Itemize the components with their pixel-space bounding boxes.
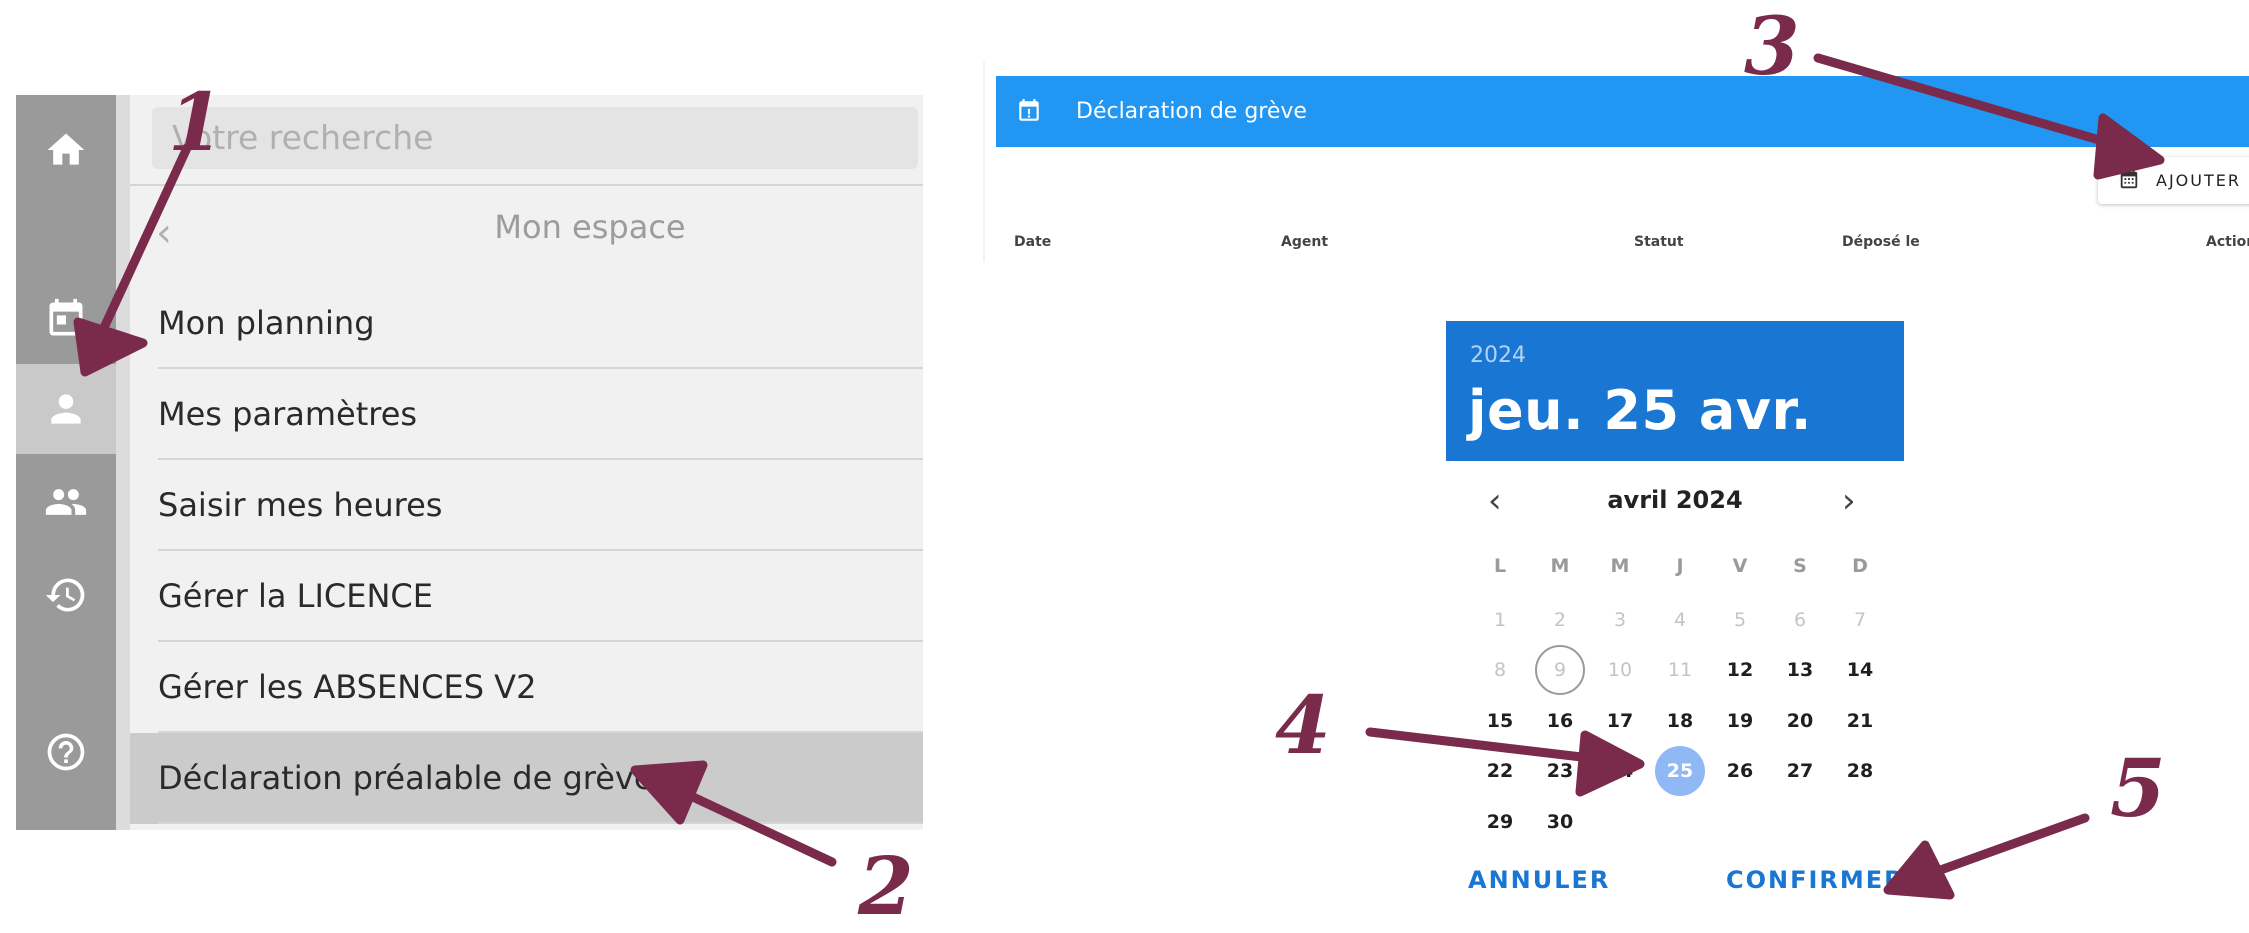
calendar-day[interactable]: 12 bbox=[1715, 645, 1765, 695]
weekday-header: M bbox=[1550, 555, 1570, 577]
menu-item-licence[interactable]: Gérer la LICENCE bbox=[130, 551, 923, 642]
confirm-button[interactable]: CONFIRMER bbox=[1726, 865, 1905, 895]
person-nav-button[interactable] bbox=[16, 364, 116, 454]
menu-item-label: Saisir mes heures bbox=[158, 486, 443, 524]
date-picker-dialog: 2024 jeu. 25 avr. ‹ avril 2024 › LMMJVSD… bbox=[1446, 321, 1904, 923]
weekday-header: S bbox=[1793, 555, 1807, 577]
weekday-header: M bbox=[1610, 555, 1630, 577]
column-header-depose-le[interactable]: Déposé le bbox=[1842, 232, 1920, 252]
calendar-day[interactable]: 24 bbox=[1595, 746, 1645, 796]
calendar-day[interactable]: 13 bbox=[1775, 645, 1825, 695]
calendar-day: 7 bbox=[1853, 609, 1867, 631]
calendar-day[interactable]: 15 bbox=[1475, 696, 1525, 746]
picker-year[interactable]: 2024 bbox=[1470, 343, 1526, 368]
add-button-label: AJOUTER bbox=[2156, 171, 2241, 190]
arrow-5 bbox=[1930, 813, 2090, 877]
home-icon bbox=[47, 133, 85, 165]
calendar-day: 8 bbox=[1493, 659, 1507, 681]
menu-item-saisir-heures[interactable]: Saisir mes heures bbox=[130, 460, 923, 551]
menu-item-label: Déclaration préalable de grève bbox=[158, 759, 654, 797]
navigation-panel: Votre recherche ‹ Mon espace Mon plannin… bbox=[16, 95, 923, 830]
calendar-day[interactable]: 27 bbox=[1775, 746, 1825, 796]
calendar-day: 4 bbox=[1673, 609, 1687, 631]
home-nav-button[interactable] bbox=[16, 105, 116, 195]
annotation-number-5: 5 bbox=[2110, 741, 2166, 835]
column-header-action[interactable]: Action bbox=[2206, 232, 2249, 252]
history-nav-button[interactable] bbox=[16, 550, 116, 640]
cancel-button[interactable]: ANNULER bbox=[1468, 865, 1610, 895]
calendar-day[interactable]: 29 bbox=[1475, 797, 1525, 847]
column-header-agent[interactable]: Agent bbox=[1281, 232, 1328, 252]
calendar-day: 1 bbox=[1493, 609, 1507, 631]
calendar-icon bbox=[49, 298, 83, 336]
calendar-day[interactable]: 20 bbox=[1775, 696, 1825, 746]
group-nav-button[interactable] bbox=[16, 457, 116, 547]
annotation-number-3: 3 bbox=[1744, 0, 1800, 93]
group-icon bbox=[45, 489, 87, 515]
add-button[interactable]: AJOUTER bbox=[2098, 157, 2249, 204]
next-month-icon[interactable]: › bbox=[1842, 483, 1856, 519]
weekday-header: L bbox=[1493, 555, 1507, 577]
section-title: Mon espace bbox=[494, 208, 686, 246]
page-edge bbox=[983, 62, 985, 262]
calendar-day: 10 bbox=[1607, 659, 1633, 681]
calendar-day[interactable]: 23 bbox=[1535, 746, 1585, 796]
calendar-day[interactable]: 16 bbox=[1535, 696, 1585, 746]
picker-selected-date: jeu. 25 avr. bbox=[1468, 379, 1812, 442]
calendar-day-selected[interactable]: 25 bbox=[1655, 746, 1705, 796]
history-icon bbox=[45, 578, 85, 612]
menu-item-label: Gérer les ABSENCES V2 bbox=[158, 668, 537, 706]
menu-item-mes-parametres[interactable]: Mes paramètres bbox=[130, 369, 923, 460]
calendar-day[interactable]: 21 bbox=[1835, 696, 1885, 746]
annotation-number-1: 1 bbox=[168, 75, 224, 169]
calendar-day: 2 bbox=[1553, 609, 1567, 631]
calendar-day: 9 bbox=[1535, 645, 1585, 695]
date-picker-header: 2024 jeu. 25 avr. bbox=[1446, 321, 1904, 461]
annotation-number-4: 4 bbox=[1275, 678, 1331, 772]
menu-item-mon-planning[interactable]: Mon planning bbox=[130, 278, 923, 369]
help-icon bbox=[47, 733, 85, 771]
calendar-day[interactable]: 18 bbox=[1655, 696, 1705, 746]
icon-rail bbox=[16, 95, 116, 830]
column-header-date[interactable]: Date bbox=[1014, 232, 1051, 252]
calendar-day[interactable]: 14 bbox=[1835, 645, 1885, 695]
calendar-day: 11 bbox=[1667, 659, 1693, 681]
menu-item-absences[interactable]: Gérer les ABSENCES V2 bbox=[130, 642, 923, 733]
divider bbox=[130, 184, 923, 186]
calendar-day: 6 bbox=[1793, 609, 1807, 631]
calendar-day: 5 bbox=[1733, 609, 1747, 631]
app-bar: Déclaration de grève bbox=[996, 76, 2249, 147]
weekday-header: D bbox=[1852, 555, 1868, 577]
calendar-day[interactable]: 30 bbox=[1535, 797, 1585, 847]
menu-item-label: Mon planning bbox=[158, 304, 375, 342]
calendar-day: 3 bbox=[1613, 609, 1627, 631]
calendar-day[interactable]: 19 bbox=[1715, 696, 1765, 746]
weekday-header: J bbox=[1676, 555, 1684, 577]
person-icon bbox=[51, 394, 81, 424]
calendar-nav-button[interactable] bbox=[16, 274, 116, 364]
calendar-alert-icon bbox=[1019, 99, 1039, 121]
column-header-statut[interactable]: Statut bbox=[1634, 232, 1684, 252]
help-nav-button[interactable] bbox=[16, 707, 116, 797]
annotation-number-2: 2 bbox=[858, 839, 914, 933]
page-title: Déclaration de grève bbox=[1076, 99, 1307, 124]
menu-item-label: Gérer la LICENCE bbox=[158, 577, 433, 615]
calendar-day[interactable]: 22 bbox=[1475, 746, 1525, 796]
search-input[interactable]: Votre recherche bbox=[152, 107, 918, 169]
menu-item-label: Mes paramètres bbox=[158, 395, 418, 433]
weekday-header: V bbox=[1732, 555, 1748, 577]
calendar-day[interactable]: 28 bbox=[1835, 746, 1885, 796]
menu-column: Votre recherche ‹ Mon espace Mon plannin… bbox=[116, 95, 923, 830]
picker-month-label: avril 2024 bbox=[1607, 486, 1743, 514]
calendar-grid-icon bbox=[2120, 169, 2138, 189]
calendar-day[interactable]: 26 bbox=[1715, 746, 1765, 796]
back-chevron-icon[interactable]: ‹ bbox=[156, 213, 172, 253]
menu-item-declaration-greve[interactable]: Déclaration préalable de grève bbox=[130, 733, 923, 824]
divider bbox=[158, 822, 923, 824]
calendar-day[interactable]: 17 bbox=[1595, 696, 1645, 746]
